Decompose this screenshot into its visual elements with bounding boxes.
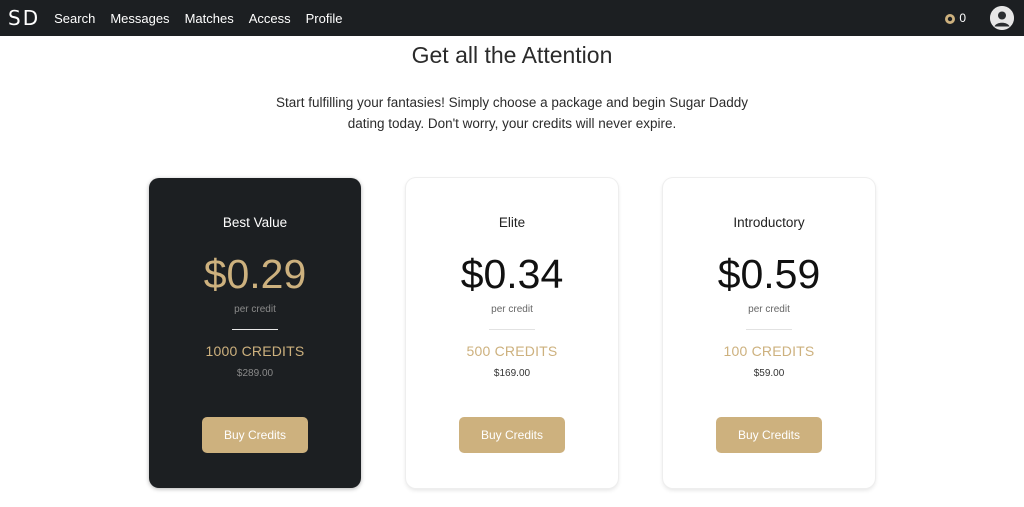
package-price: $0.34 xyxy=(460,251,564,297)
credit-count: 0 xyxy=(959,11,966,25)
buy-credits-button[interactable]: Buy Credits xyxy=(459,417,565,453)
nav-link-profile[interactable]: Profile xyxy=(306,11,343,26)
package-total: $59.00 xyxy=(753,368,785,379)
price-unit: per credit xyxy=(748,304,790,315)
logo[interactable]: SD xyxy=(8,6,40,30)
package-credits: 1000 CREDITS xyxy=(205,343,305,359)
package-total: $289.00 xyxy=(236,368,274,379)
price-unit: per credit xyxy=(491,304,533,315)
package-total: $169.00 xyxy=(493,368,531,379)
nav-link-matches[interactable]: Matches xyxy=(185,11,234,26)
package-credits: 500 CREDITS xyxy=(466,343,558,359)
page-subtitle: Start fulfilling your fantasies! Simply … xyxy=(275,95,749,131)
page-title: Get all the Attention xyxy=(411,42,613,68)
divider xyxy=(232,329,278,330)
package-card-best-value: Best Value $0.29 per credit 1000 CREDITS… xyxy=(149,178,361,488)
coin-icon xyxy=(945,13,956,24)
package-name: Introductory xyxy=(733,215,805,230)
package-card-introductory: Introductory $0.59 per credit 100 CREDIT… xyxy=(663,178,875,488)
price-unit: per credit xyxy=(234,304,276,315)
divider xyxy=(746,329,792,330)
credit-balance[interactable]: 0 xyxy=(945,11,966,25)
package-credits: 100 CREDITS xyxy=(723,343,815,359)
package-name: Best Value xyxy=(222,215,288,230)
user-avatar-icon[interactable] xyxy=(990,6,1014,30)
top-navbar: SD Search Messages Matches Access Profil… xyxy=(0,0,1024,36)
nav-link-messages[interactable]: Messages xyxy=(110,11,169,26)
buy-credits-button[interactable]: Buy Credits xyxy=(202,417,308,453)
nav-links: Search Messages Matches Access Profile xyxy=(54,11,357,26)
nav-right: 0 xyxy=(945,0,1014,36)
nav-link-access[interactable]: Access xyxy=(249,11,291,26)
package-price: $0.59 xyxy=(717,251,821,297)
divider xyxy=(489,329,535,330)
package-card-elite: Elite $0.34 per credit 500 CREDITS $169.… xyxy=(406,178,618,488)
nav-link-search[interactable]: Search xyxy=(54,11,95,26)
package-name: Elite xyxy=(498,215,526,230)
package-price: $0.29 xyxy=(203,251,307,297)
buy-credits-button[interactable]: Buy Credits xyxy=(716,417,822,453)
